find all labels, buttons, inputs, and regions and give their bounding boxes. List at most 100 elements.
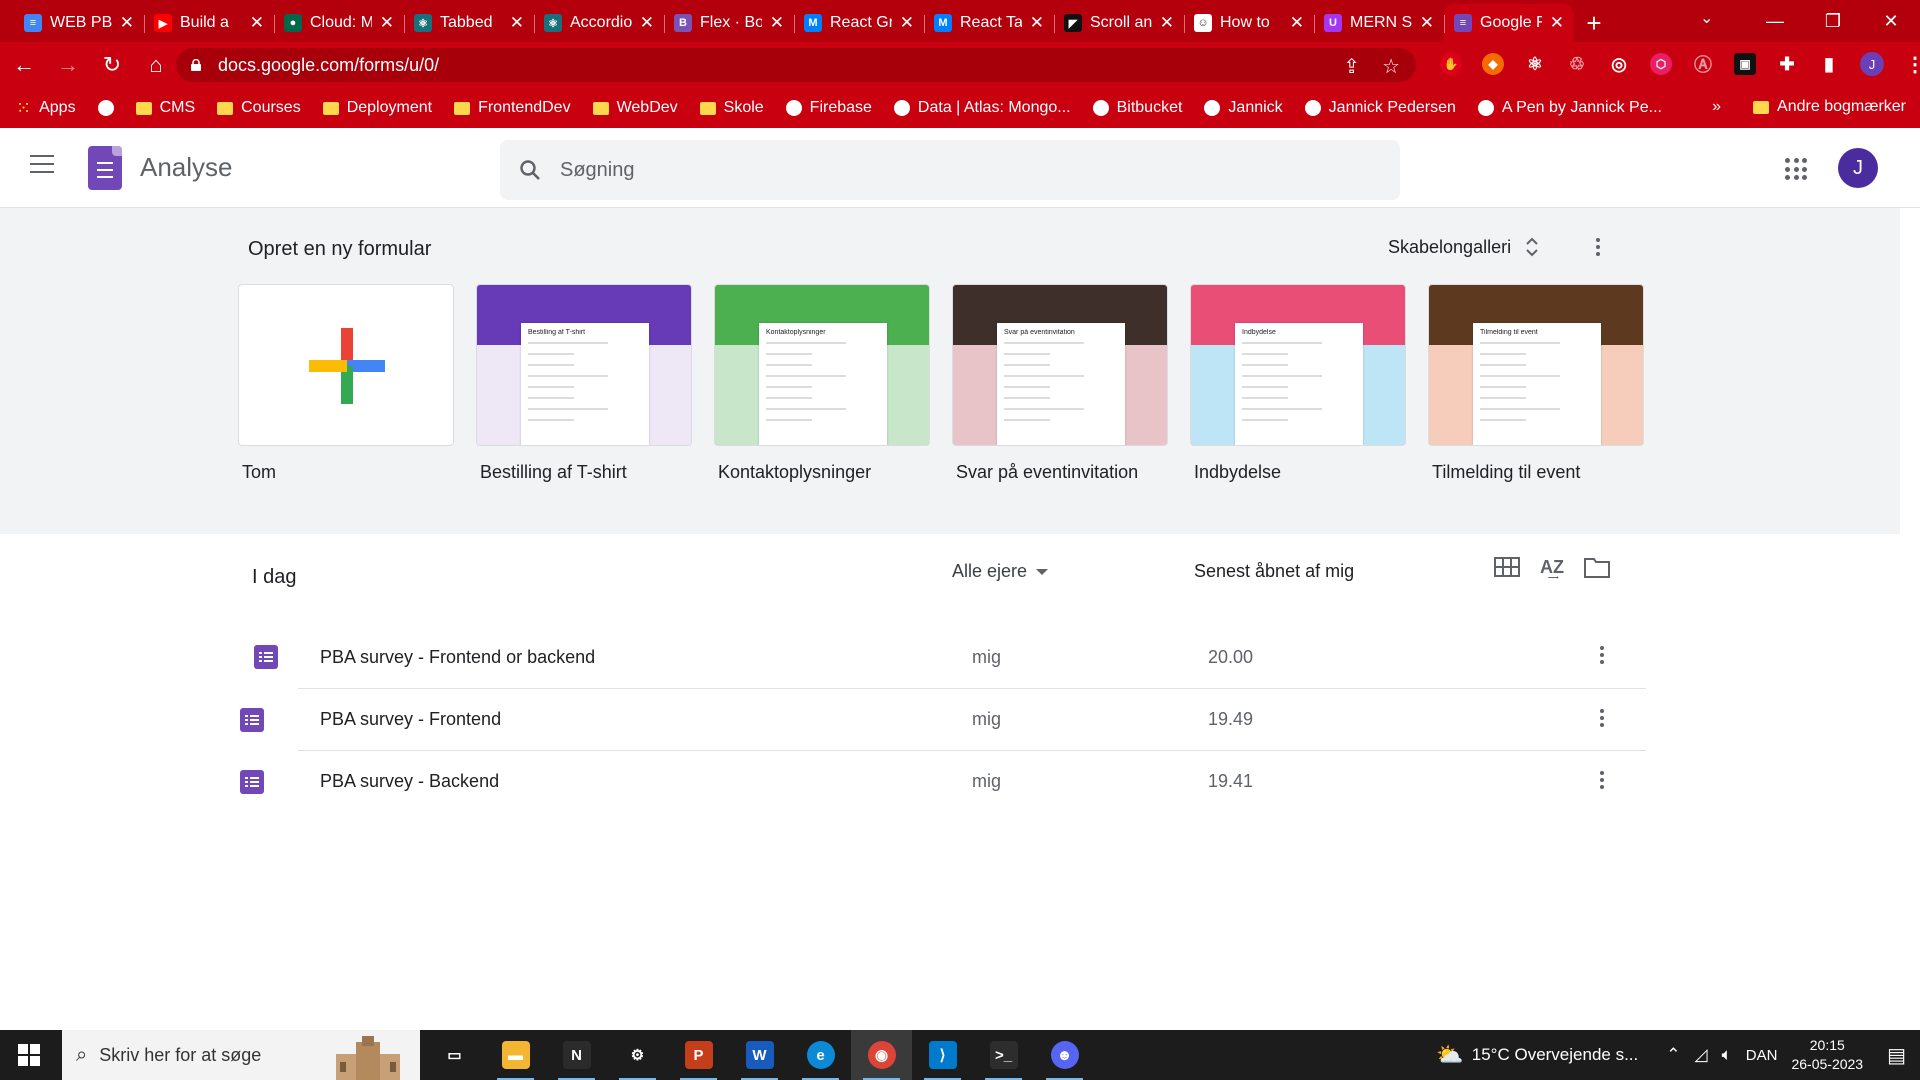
extensions-puzzle-icon[interactable]: ✚ xyxy=(1776,53,1798,75)
browser-tab[interactable]: M React Tabs ✕ xyxy=(924,4,1054,42)
template-label[interactable]: Kontaktoplysninger xyxy=(718,462,930,483)
bookmark-item[interactable]: FrontendDev xyxy=(454,99,571,117)
google-apps-icon[interactable] xyxy=(1785,158,1807,180)
close-tab-icon[interactable]: ✕ xyxy=(1290,13,1304,33)
browser-tab[interactable]: ⚛ Tabbed ✕ xyxy=(404,4,534,42)
template-label[interactable]: Tilmelding til event xyxy=(1432,462,1644,483)
search-icon[interactable] xyxy=(500,158,560,182)
close-tab-icon[interactable]: ✕ xyxy=(1550,13,1564,33)
template-label[interactable]: Indbydelse xyxy=(1194,462,1406,483)
main-menu-icon[interactable] xyxy=(30,155,54,173)
volume-icon[interactable]: 🔈︎ xyxy=(1722,1045,1732,1065)
discord-taskbar-icon[interactable]: ☻ xyxy=(1034,1030,1095,1080)
share-icon[interactable]: ⇪ xyxy=(1343,54,1360,79)
template-card[interactable]: Tilmelding til event Tilmelding til event xyxy=(1428,284,1644,483)
template-card[interactable]: Bestilling af T-shirt Bestilling af T-shi… xyxy=(476,284,692,483)
windows-start-icon[interactable] xyxy=(0,1030,58,1080)
sort-order-label[interactable]: Senest åbnet af mig xyxy=(1194,561,1354,582)
template-label[interactable]: Svar på eventinvitation xyxy=(956,462,1168,483)
angular-extension-icon[interactable]: Ⓐ xyxy=(1692,53,1714,75)
form-row[interactable]: PBA survey - Backend mig 19.41 xyxy=(240,750,1646,812)
react-devtools-extension-icon[interactable]: ⚛ xyxy=(1524,53,1546,75)
close-tab-icon[interactable]: ✕ xyxy=(120,13,134,33)
browser-tab[interactable]: B Flex · Bootstrap ✕ xyxy=(664,4,794,42)
bookmark-item[interactable]: Jannick xyxy=(1204,99,1283,117)
network-icon[interactable]: ◿ xyxy=(1695,1045,1708,1065)
taskbar-search[interactable]: ⌕ Skriv her for at søge xyxy=(62,1030,420,1080)
terminal-taskbar-icon[interactable]: >_ xyxy=(973,1030,1034,1080)
reload-icon[interactable]: ↻ xyxy=(92,45,132,85)
language-indicator[interactable]: DAN xyxy=(1746,1047,1778,1064)
address-bar[interactable]: docs.google.com/forms/u/0/ ⇪ ☆ xyxy=(176,48,1416,82)
vscode-taskbar-icon[interactable]: ⟩ xyxy=(912,1030,973,1080)
template-thumbnail[interactable]: Bestilling af T-shirt xyxy=(476,284,692,446)
bookmark-item[interactable]: Firebase xyxy=(785,99,872,117)
browser-tab[interactable]: ≡ Google Forms ✕ xyxy=(1444,4,1574,42)
form-title[interactable]: PBA survey - Frontend or backend xyxy=(320,647,595,668)
powerpoint-taskbar-icon[interactable]: P xyxy=(668,1030,729,1080)
tab-search-icon[interactable]: ⌄ xyxy=(1700,8,1713,28)
template-card[interactable]: Kontaktoplysninger Kontaktoplysninger xyxy=(714,284,930,483)
graphql-extension-icon[interactable]: ⬡ xyxy=(1650,53,1672,75)
ghostery-extension-icon[interactable]: ▣ xyxy=(1734,53,1756,75)
bookmark-item[interactable]: Courses xyxy=(217,99,301,117)
adblock-extension-icon[interactable]: ✋ xyxy=(1440,53,1462,75)
row-more-icon[interactable] xyxy=(1600,709,1604,727)
notifications-icon[interactable]: ▤ xyxy=(1887,1043,1906,1068)
app-title[interactable]: Analyse xyxy=(140,152,233,183)
template-card[interactable]: Svar på eventinvitation Svar på eventinvi… xyxy=(952,284,1168,483)
bookmark-item[interactable]: CMS xyxy=(135,99,195,117)
bookmark-item[interactable]: Jannick Pedersen xyxy=(1304,99,1456,117)
steam-taskbar-icon[interactable]: ⚙ xyxy=(607,1030,668,1080)
bookmark-item[interactable]: Deployment xyxy=(322,99,432,117)
template-thumbnail[interactable]: Svar på eventinvitation xyxy=(952,284,1168,446)
template-label[interactable]: Tom xyxy=(242,462,454,483)
minimize-icon[interactable]: — xyxy=(1746,11,1804,32)
task-view-taskbar-icon[interactable]: ▭ xyxy=(424,1030,485,1080)
side-panel-icon[interactable]: ▮ xyxy=(1818,53,1840,75)
search-input[interactable] xyxy=(560,158,1360,182)
close-tab-icon[interactable]: ✕ xyxy=(770,13,784,33)
form-title[interactable]: PBA survey - Backend xyxy=(320,771,499,792)
browser-profile-avatar[interactable]: J xyxy=(1860,52,1884,76)
template-label[interactable]: Bestilling af T-shirt xyxy=(480,462,692,483)
template-card[interactable]: Indbydelse Indbydelse xyxy=(1190,284,1406,483)
browser-tab[interactable]: M React Grid ✕ xyxy=(794,4,924,42)
bookmark-item[interactable]: Data | Atlas: Mongo... xyxy=(893,99,1071,117)
template-thumbnail[interactable]: Kontaktoplysninger xyxy=(714,284,930,446)
browser-menu-icon[interactable]: ⋮ xyxy=(1904,53,1920,76)
bookmarks-overflow-icon[interactable]: » xyxy=(1712,98,1721,116)
browser-tab[interactable]: U MERN Stack ✕ xyxy=(1314,4,1444,42)
browser-tab[interactable]: ● Cloud: MongoDB ✕ xyxy=(274,4,404,42)
browser-tab[interactable]: ▶ Build a ✕ xyxy=(144,4,274,42)
redux-extension-icon[interactable]: ♲ xyxy=(1566,53,1588,75)
tray-overflow-icon[interactable]: ⌃ xyxy=(1666,1045,1680,1065)
browser-tab[interactable]: ⚛ Accordion ✕ xyxy=(534,4,664,42)
weather-widget[interactable]: ⛅ 15°C Overvejende s... xyxy=(1436,1042,1638,1068)
restore-icon[interactable]: ❐ xyxy=(1804,11,1862,32)
close-tab-icon[interactable]: ✕ xyxy=(900,13,914,33)
owner-filter-dropdown[interactable]: Alle ejere xyxy=(952,561,1049,582)
grid-view-icon[interactable] xyxy=(1494,557,1520,577)
google-forms-logo[interactable] xyxy=(88,146,122,190)
close-tab-icon[interactable]: ✕ xyxy=(380,13,394,33)
other-bookmarks[interactable]: Andre bogmærker xyxy=(1753,98,1906,116)
folder-picker-icon[interactable] xyxy=(1584,556,1610,578)
brave-shield-extension-icon[interactable]: ◆ xyxy=(1482,53,1504,75)
forward-icon[interactable]: → xyxy=(48,45,88,85)
bookmark-item[interactable] xyxy=(97,100,114,116)
new-tab-button[interactable]: + xyxy=(1574,4,1614,42)
template-thumbnail[interactable] xyxy=(238,284,454,446)
sort-az-icon[interactable]: A͢Z xyxy=(1540,557,1564,578)
gallery-more-icon[interactable] xyxy=(1596,238,1600,256)
search-bar[interactable] xyxy=(500,140,1400,200)
close-tab-icon[interactable]: ✕ xyxy=(1420,13,1434,33)
bookmark-item[interactable]: WebDev xyxy=(592,99,678,117)
notion-taskbar-icon[interactable]: N xyxy=(546,1030,607,1080)
close-tab-icon[interactable]: ✕ xyxy=(250,13,264,33)
account-avatar[interactable]: J xyxy=(1838,148,1878,188)
bookmark-item[interactable]: Skole xyxy=(699,99,764,117)
file-explorer-taskbar-icon[interactable]: ▬ xyxy=(485,1030,546,1080)
form-row[interactable]: PBA survey - Frontend or backend mig 20.00 xyxy=(240,626,1646,688)
form-title[interactable]: PBA survey - Frontend xyxy=(320,709,501,730)
